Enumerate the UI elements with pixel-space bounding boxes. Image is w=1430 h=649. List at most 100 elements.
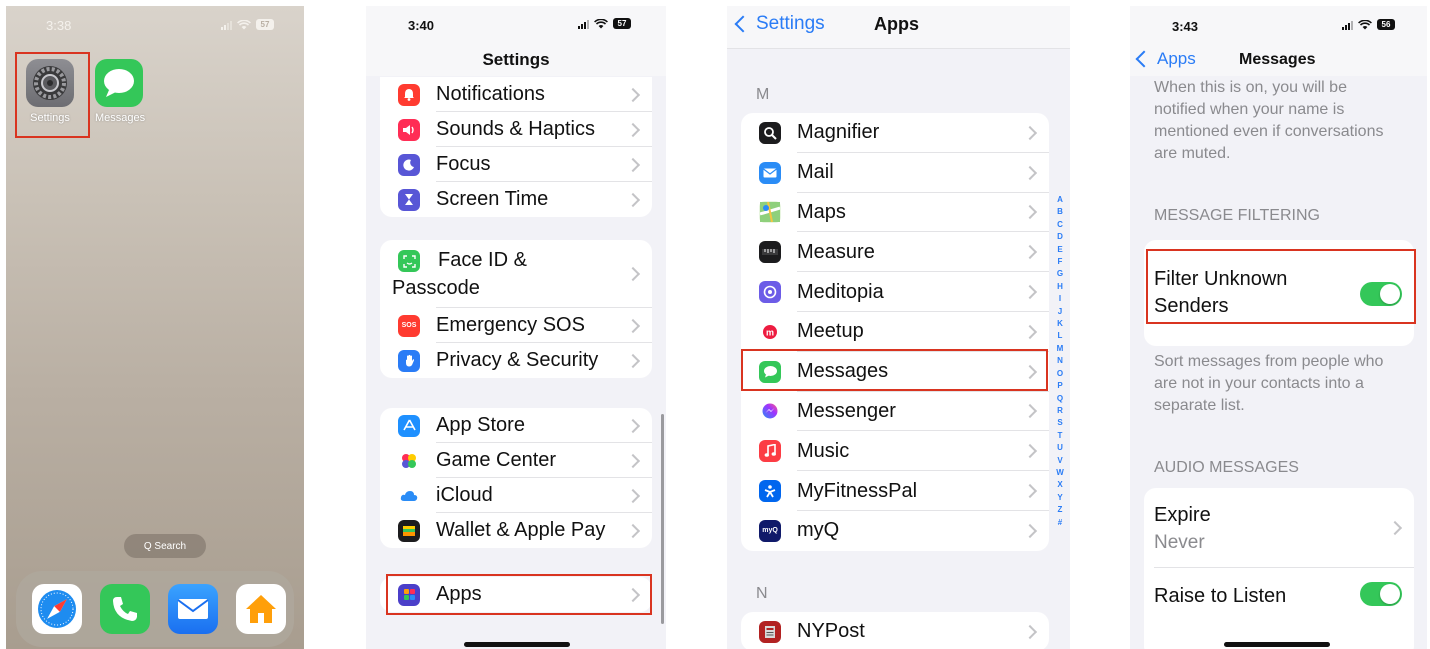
apps-group-m: Magnifier Mail Maps Measure Meditopia m … [741, 113, 1049, 551]
index-letter[interactable]: T [1054, 430, 1066, 442]
raise-to-listen-row[interactable]: Raise to Listen [1144, 568, 1414, 649]
home-indicator[interactable] [464, 642, 570, 647]
settings-row-notifications[interactable]: Notifications [380, 77, 652, 112]
index-letter[interactable]: # [1054, 517, 1066, 529]
expire-value: Never [1154, 532, 1205, 553]
index-letter[interactable]: O [1054, 368, 1066, 380]
index-letter[interactable]: F [1054, 256, 1066, 268]
app-row-mail[interactable]: Mail [741, 153, 1049, 193]
cellular-signal-icon [221, 20, 232, 30]
index-letter[interactable]: X [1054, 479, 1066, 491]
scrollbar[interactable] [661, 414, 664, 624]
index-letter[interactable]: W [1054, 467, 1066, 479]
settings-row-wallet[interactable]: Wallet & Apple Pay [380, 513, 652, 548]
maps-icon [759, 201, 781, 224]
raise-to-listen-toggle[interactable] [1360, 582, 1402, 606]
index-letter[interactable]: N [1054, 355, 1066, 367]
home-indicator[interactable] [1224, 642, 1330, 647]
page-title: Messages [1239, 51, 1316, 68]
settings-row-emergency-sos[interactable]: SOS Emergency SOS [380, 308, 652, 343]
settings-row-icloud[interactable]: iCloud [380, 478, 652, 513]
expire-row[interactable]: Expire Never [1144, 488, 1414, 568]
safari-app-icon[interactable] [32, 584, 82, 634]
index-letter[interactable]: E [1054, 244, 1066, 256]
meditopia-icon [759, 281, 781, 304]
spotlight-search-pill[interactable]: Q Search [124, 534, 206, 558]
sos-icon: SOS [398, 314, 420, 337]
app-row-myq[interactable]: myQ myQ [741, 511, 1049, 551]
hourglass-icon [398, 188, 420, 211]
apps-group-n: NYPost [741, 612, 1049, 649]
index-letter[interactable]: Z [1054, 504, 1066, 516]
settings-row-sounds[interactable]: Sounds & Haptics [380, 112, 652, 147]
app-row-music[interactable]: Music [741, 431, 1049, 472]
page-title: Apps [874, 14, 919, 34]
messages-app-icon[interactable]: Messages [95, 59, 145, 124]
index-letter[interactable]: B [1054, 206, 1066, 218]
settings-row-privacy[interactable]: Privacy & Security [380, 343, 652, 378]
home-app-icon[interactable] [236, 584, 286, 634]
filter-unknown-toggle[interactable] [1360, 282, 1402, 306]
settings-row-screen-time[interactable]: Screen Time [380, 182, 652, 217]
settings-row-face-id[interactable]: Face ID & Passcode [380, 240, 652, 308]
alphabet-index[interactable]: A B C D E F G H I J K L M N O P Q R S T U V W X Y Z # [1054, 194, 1066, 529]
app-row-nypost[interactable]: NYPost [741, 612, 1049, 649]
index-letter[interactable]: H [1054, 281, 1066, 293]
moon-icon [398, 153, 420, 176]
app-row-meditopia[interactable]: Meditopia [741, 272, 1049, 312]
app-row-magnifier[interactable]: Magnifier [741, 113, 1049, 153]
cellular-signal-icon [1342, 20, 1353, 30]
back-button[interactable]: Apps [1135, 49, 1196, 69]
settings-row-app-store[interactable]: App Store [380, 408, 652, 443]
app-row-messages[interactable]: Messages [741, 352, 1049, 392]
settings-row-apps[interactable]: Apps [380, 577, 652, 612]
app-row-myfitnesspal[interactable]: MyFitnessPal [741, 471, 1049, 511]
index-letter[interactable]: U [1054, 442, 1066, 454]
index-letter[interactable]: A [1054, 194, 1066, 206]
settings-row-focus[interactable]: Focus [380, 147, 652, 182]
dock [16, 571, 294, 647]
settings-group-security: Face ID & Passcode SOS Emergency SOS Pri… [380, 240, 652, 378]
settings-group-general: Notifications Sounds & Haptics Focus Scr… [380, 77, 652, 217]
index-letter[interactable]: P [1054, 380, 1066, 392]
index-letter[interactable]: I [1054, 293, 1066, 305]
speech-bubble-icon [759, 360, 781, 383]
chevron-right-icon [1387, 520, 1403, 536]
wifi-icon [237, 19, 251, 29]
settings-app-icon[interactable]: Settings [26, 59, 74, 124]
app-row-meetup[interactable]: m Meetup [741, 312, 1049, 352]
mail-app-icon[interactable] [168, 584, 218, 634]
battery-icon: 57 [613, 18, 631, 29]
index-letter[interactable]: V [1054, 455, 1066, 467]
wallet-icon [398, 519, 420, 542]
index-letter[interactable]: D [1054, 231, 1066, 243]
app-row-measure[interactable]: Measure [741, 232, 1049, 273]
index-letter[interactable]: J [1054, 306, 1066, 318]
index-letter[interactable]: C [1054, 219, 1066, 231]
app-row-maps[interactable]: Maps [741, 193, 1049, 233]
index-letter[interactable]: G [1054, 268, 1066, 280]
battery-icon: 57 [256, 19, 274, 30]
index-letter[interactable]: L [1054, 330, 1066, 342]
back-button[interactable]: Settings [734, 13, 825, 35]
index-letter[interactable]: M [1054, 343, 1066, 355]
cloud-icon [398, 484, 420, 507]
filter-unknown-label: Filter Unknown Senders [1154, 268, 1288, 317]
status-bar: 3:38 57 [6, 16, 304, 36]
index-letter[interactable]: K [1054, 318, 1066, 330]
app-row-messenger[interactable]: Messenger [741, 392, 1049, 432]
app-store-icon [398, 414, 420, 437]
index-letter[interactable]: Q [1054, 393, 1066, 405]
settings-group-apps: Apps [380, 577, 652, 612]
settings-row-game-center[interactable]: Game Center [380, 443, 652, 478]
phone-app-icon[interactable] [100, 584, 150, 634]
messages-settings-panel: 3:43 56 Apps Messages When this is on, y… [1130, 6, 1427, 649]
bell-icon [398, 83, 420, 106]
section-header-m: M [756, 86, 770, 103]
chevron-left-icon [734, 15, 752, 33]
index-letter[interactable]: Y [1054, 492, 1066, 504]
index-letter[interactable]: R [1054, 405, 1066, 417]
status-time: 3:40 [408, 18, 435, 33]
hand-icon [398, 349, 420, 372]
index-letter[interactable]: S [1054, 417, 1066, 429]
